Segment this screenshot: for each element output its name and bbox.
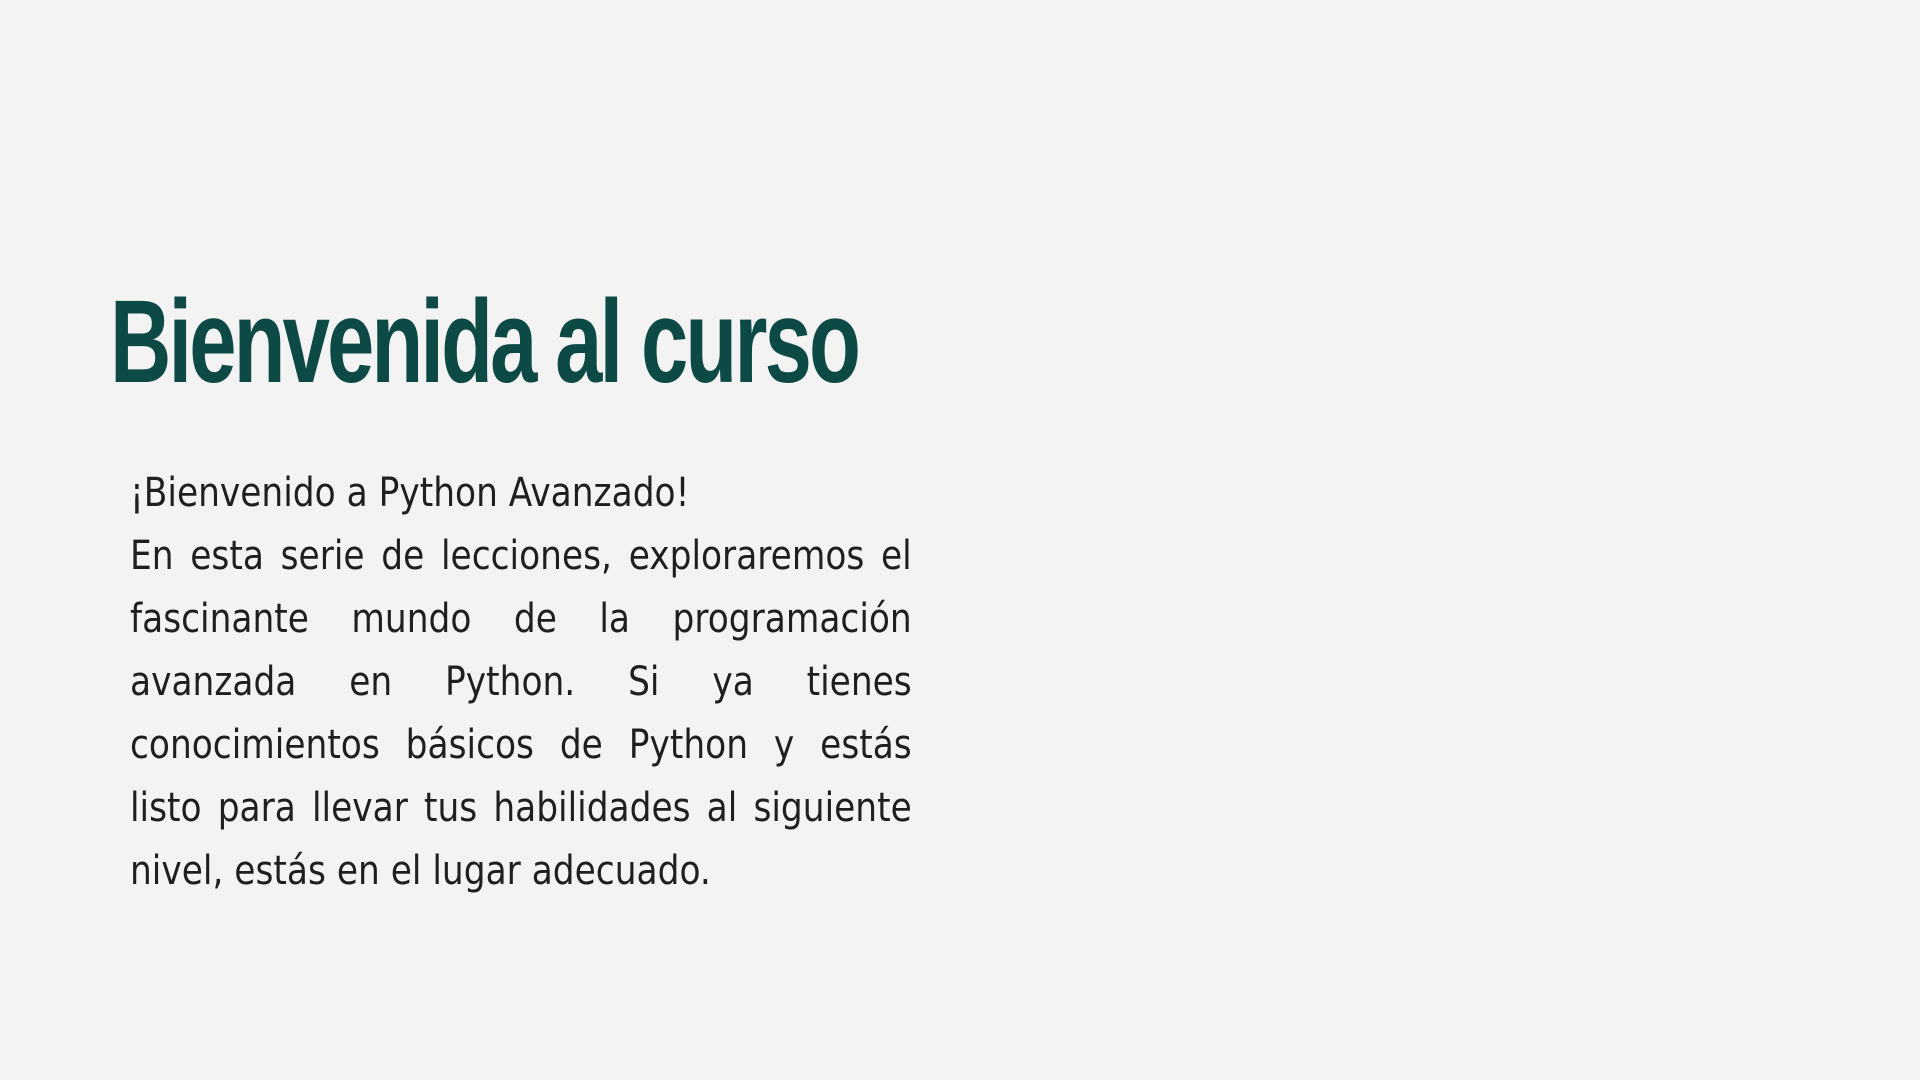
intro-paragraph: En esta serie de lecciones, exploraremos… (130, 533, 912, 894)
slide-title: Bienvenida al curso (110, 276, 861, 408)
greeting-text: ¡Bienvenido a Python Avanzado! (130, 470, 690, 516)
slide-body: ¡Bienvenido a Python Avanzado! En esta s… (130, 462, 912, 903)
slide: Bienvenida al curso ¡Bienvenido a Python… (0, 0, 1920, 1080)
greeting-line: ¡Bienvenido a Python Avanzado! (130, 462, 912, 525)
